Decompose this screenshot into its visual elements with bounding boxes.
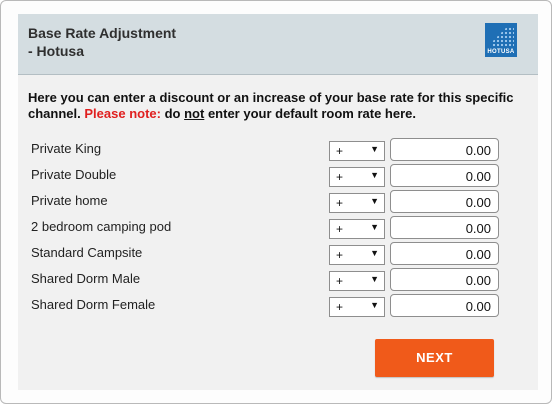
sign-value: + — [336, 300, 344, 314]
instructions: Here you can enter a discount or an incr… — [28, 90, 528, 122]
room-row: Standard Campsite + ▼ 0.00 — [18, 241, 538, 267]
rate-input[interactable]: 0.00 — [390, 164, 499, 187]
rate-value: 0.00 — [465, 143, 491, 158]
room-row: Shared Dorm Male + ▼ 0.00 — [18, 267, 538, 293]
rate-value: 0.00 — [465, 195, 491, 210]
sign-select[interactable]: + ▼ — [329, 141, 385, 161]
rate-input[interactable]: 0.00 — [390, 242, 499, 265]
room-name: 2 bedroom camping pod — [31, 219, 172, 234]
rate-input[interactable]: 0.00 — [390, 138, 499, 161]
next-button[interactable]: NEXT — [375, 339, 494, 377]
hotusa-logo: HOTUSA — [485, 23, 517, 57]
rate-input[interactable]: 0.00 — [390, 190, 499, 213]
rate-value: 0.00 — [465, 299, 491, 314]
sign-select[interactable]: + ▼ — [329, 245, 385, 265]
dropdown-arrow-icon: ▼ — [370, 248, 379, 258]
dropdown-arrow-icon: ▼ — [370, 196, 379, 206]
room-name: Private King — [31, 141, 102, 156]
rate-value: 0.00 — [465, 273, 491, 288]
sign-value: + — [336, 248, 344, 262]
dropdown-arrow-icon: ▼ — [370, 274, 379, 284]
rate-input[interactable]: 0.00 — [390, 216, 499, 239]
room-name: Private home — [31, 193, 108, 208]
rate-value: 0.00 — [465, 247, 491, 262]
dropdown-arrow-icon: ▼ — [370, 144, 379, 154]
sign-value: + — [336, 222, 344, 236]
rate-input[interactable]: 0.00 — [390, 294, 499, 317]
base-rate-panel: Base Rate Adjustment - Hotusa HOTUSA Her… — [18, 14, 538, 390]
room-row: Private Double + ▼ 0.00 — [18, 163, 538, 189]
sign-select[interactable]: + ▼ — [329, 219, 385, 239]
sign-value: + — [336, 196, 344, 210]
logo-text: HOTUSA — [487, 49, 515, 55]
room-name: Shared Dorm Female — [31, 297, 156, 312]
rate-value: 0.00 — [465, 169, 491, 184]
room-name: Private Double — [31, 167, 117, 182]
sign-select[interactable]: + ▼ — [329, 271, 385, 291]
rate-value: 0.00 — [465, 221, 491, 236]
sign-select[interactable]: + ▼ — [329, 297, 385, 317]
dropdown-arrow-icon: ▼ — [370, 300, 379, 310]
sign-select[interactable]: + ▼ — [329, 193, 385, 213]
room-name: Standard Campsite — [31, 245, 143, 260]
room-row: Private home + ▼ 0.00 — [18, 189, 538, 215]
title-line-2: - Hotusa — [28, 43, 84, 59]
sign-value: + — [336, 274, 344, 288]
room-row: 2 bedroom camping pod + ▼ 0.00 — [18, 215, 538, 241]
room-row: Private King + ▼ 0.00 — [18, 137, 538, 163]
dropdown-arrow-icon: ▼ — [370, 170, 379, 180]
panel-header: Base Rate Adjustment - Hotusa HOTUSA — [18, 14, 538, 75]
logo-dots-icon — [492, 27, 514, 47]
note-label: Please note: — [84, 106, 161, 121]
room-rate-list: Private King + ▼ 0.00 Private Double + ▼… — [18, 137, 538, 319]
title-line-1: Base Rate Adjustment — [28, 25, 177, 41]
note-pre: do — [164, 106, 181, 121]
sign-value: + — [336, 144, 344, 158]
page-title: Base Rate Adjustment - Hotusa — [28, 24, 328, 60]
note-emphasis: not — [184, 106, 205, 121]
dialog-frame: Base Rate Adjustment - Hotusa HOTUSA Her… — [0, 0, 552, 404]
room-row: Shared Dorm Female + ▼ 0.00 — [18, 293, 538, 319]
room-name: Shared Dorm Male — [31, 271, 141, 286]
sign-select[interactable]: + ▼ — [329, 167, 385, 187]
note-post: enter your default room rate here. — [207, 106, 417, 121]
rate-input[interactable]: 0.00 — [390, 268, 499, 291]
sign-value: + — [336, 170, 344, 184]
dropdown-arrow-icon: ▼ — [370, 222, 379, 232]
